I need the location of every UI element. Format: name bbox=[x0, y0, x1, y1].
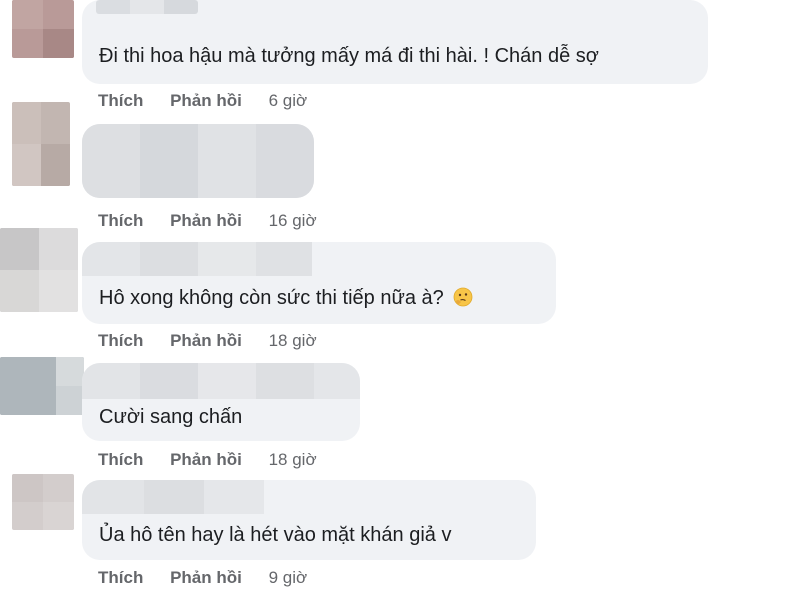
comment-actions: Thích Phản hồi 16 giờ bbox=[98, 211, 317, 231]
like-button[interactable]: Thích bbox=[98, 568, 143, 587]
comment-bubble: Hô xong không còn sức thi tiếp nữa à? bbox=[82, 242, 556, 324]
avatar[interactable] bbox=[12, 102, 70, 186]
comment-actions: Thích Phản hồi 18 giờ bbox=[98, 450, 317, 470]
comment-bubble: Cười sang chấn bbox=[82, 363, 360, 441]
commenter-name[interactable] bbox=[82, 124, 314, 198]
commenter-name[interactable] bbox=[96, 0, 198, 14]
reply-button[interactable]: Phản hồi bbox=[170, 91, 242, 110]
comment-text: Cười sang chấn bbox=[99, 406, 243, 428]
comment-text: Đi thi hoa hậu mà tưởng mấy má đi thi hà… bbox=[99, 45, 599, 67]
comment-time[interactable]: 18 giờ bbox=[269, 450, 317, 469]
like-button[interactable]: Thích bbox=[98, 211, 143, 230]
avatar[interactable] bbox=[0, 228, 78, 312]
like-button[interactable]: Thích bbox=[98, 91, 143, 110]
comment-time[interactable]: 9 giờ bbox=[269, 568, 308, 587]
comment-text: Hô xong không còn sức thi tiếp nữa à? bbox=[99, 287, 444, 309]
reply-button[interactable]: Phản hồi bbox=[170, 568, 242, 587]
comment-actions: Thích Phản hồi 6 giờ bbox=[98, 91, 307, 111]
like-button[interactable]: Thích bbox=[98, 331, 143, 350]
comment-feed: Đi thi hoa hậu mà tưởng mấy má đi thi hà… bbox=[0, 0, 800, 600]
comment-actions: Thích Phản hồi 9 giờ bbox=[98, 568, 307, 588]
reply-button[interactable]: Phản hồi bbox=[170, 331, 242, 350]
comment-bubble: Ủa hô tên hay là hét vào mặt khán giả v bbox=[82, 480, 536, 560]
comment-text-line: Hô xong không còn sức thi tiếp nữa à? bbox=[99, 286, 473, 310]
comment-time[interactable]: 16 giờ bbox=[269, 211, 317, 230]
comment-bubble bbox=[82, 124, 314, 198]
thinking-face-icon bbox=[453, 287, 473, 307]
like-button[interactable]: Thích bbox=[98, 450, 143, 469]
comment-actions: Thích Phản hồi 18 giờ bbox=[98, 331, 317, 351]
comment-time[interactable]: 18 giờ bbox=[269, 331, 317, 350]
comment-time[interactable]: 6 giờ bbox=[269, 91, 308, 110]
comment-text: Ủa hô tên hay là hét vào mặt khán giả v bbox=[99, 524, 452, 546]
reply-button[interactable]: Phản hồi bbox=[170, 450, 242, 469]
comment-bubble: Đi thi hoa hậu mà tưởng mấy má đi thi hà… bbox=[82, 0, 708, 84]
avatar[interactable] bbox=[12, 0, 74, 58]
reply-button[interactable]: Phản hồi bbox=[170, 211, 242, 230]
avatar[interactable] bbox=[0, 357, 84, 415]
avatar[interactable] bbox=[12, 474, 74, 530]
commenter-name[interactable] bbox=[82, 480, 264, 514]
commenter-name[interactable] bbox=[82, 363, 360, 399]
commenter-name[interactable] bbox=[82, 242, 312, 276]
